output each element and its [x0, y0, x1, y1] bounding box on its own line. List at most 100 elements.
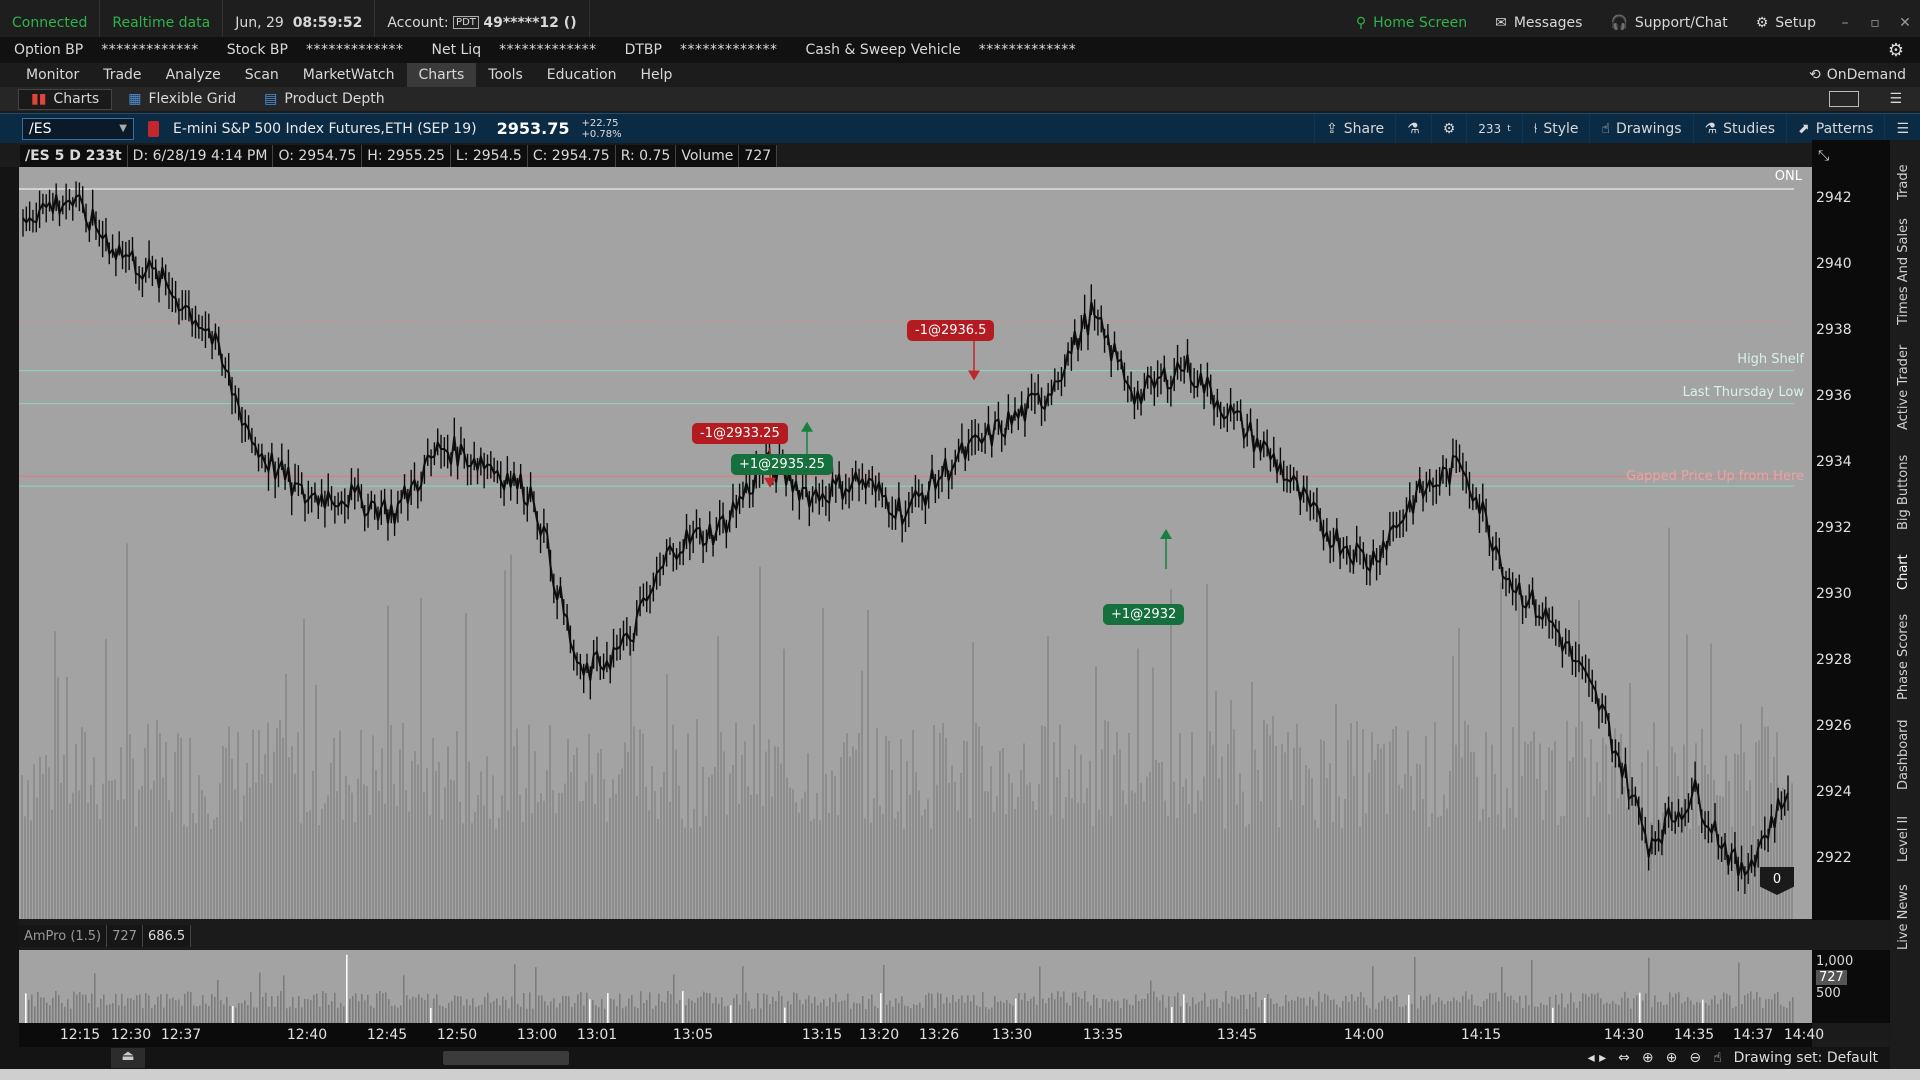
side-tab-trade[interactable]: Trade — [1896, 164, 1911, 200]
menu-analyze[interactable]: Analyze — [154, 63, 233, 87]
volume-pane-bar — [940, 993, 942, 1023]
volume-bar — [225, 747, 227, 919]
flask-button[interactable]: ⚗ — [1395, 114, 1431, 143]
fit-icon[interactable]: ⤡ — [1818, 148, 1840, 168]
volume-pane-bar — [1003, 1002, 1005, 1023]
order-bubble[interactable]: -1@2933.25 — [692, 422, 788, 444]
pan-arrows-icon[interactable]: ◂ ▸ — [1588, 1050, 1607, 1066]
price-tick: 2938 — [1816, 322, 1852, 338]
share-button[interactable]: ⇪ Share — [1314, 114, 1395, 143]
link-color-icon[interactable] — [148, 120, 159, 137]
volume-bar — [75, 743, 77, 919]
volume-pane-bar — [307, 999, 309, 1023]
volume-bar — [1677, 775, 1679, 919]
chevron-down-icon[interactable]: ▼ — [119, 123, 127, 134]
volume-bar — [96, 804, 98, 919]
bp-gear-icon[interactable]: ⚙ — [1888, 40, 1904, 61]
menu-trade[interactable]: Trade — [91, 63, 153, 87]
volume-pane-bar — [283, 975, 285, 1023]
hand-icon[interactable]: ☝ — [1713, 1050, 1722, 1066]
toolbar-menu-icon[interactable]: ☰ — [1884, 114, 1920, 143]
menu-scan[interactable]: Scan — [233, 63, 291, 87]
volume-pane-bar — [106, 1004, 108, 1023]
volume-pane-bar — [1087, 1001, 1089, 1023]
menu-help[interactable]: Help — [628, 63, 684, 87]
volume-pane-bar — [391, 1005, 393, 1023]
chart-settings-button[interactable]: ⚙ — [1430, 114, 1467, 143]
net-liq-label[interactable]: Net Liq — [431, 42, 481, 58]
horizontal-scrollbar[interactable] — [443, 1051, 569, 1065]
expand-icon[interactable]: ⇔ — [1618, 1050, 1630, 1066]
volume-bar — [1689, 828, 1691, 919]
zoom-in-icon[interactable]: ⊕ — [1666, 1050, 1678, 1066]
time-axis[interactable]: 12:15 12:30 12:37 12:40 12:45 12:50 13:00 13:01… — [19, 1023, 1824, 1047]
volume-bar — [1209, 731, 1211, 919]
volume-pane-bar — [1639, 992, 1641, 1023]
volume-bar — [1554, 741, 1556, 919]
minimize-icon[interactable]: – — [1830, 15, 1860, 31]
list-menu-icon[interactable]: ☰ — [1889, 91, 1902, 107]
volume-pane[interactable] — [19, 950, 1812, 1023]
volume-bar — [84, 731, 86, 919]
volume-pane-bar — [499, 1005, 501, 1023]
volume-pane-bar — [1141, 999, 1143, 1023]
volume-pane-bar — [256, 1007, 258, 1023]
side-tab-active-trader[interactable]: Active Trader — [1896, 345, 1911, 430]
side-tab-level-ii[interactable]: Level II — [1896, 816, 1911, 862]
layout-icon[interactable] — [1829, 91, 1860, 107]
price-chart[interactable]: ONL High Shelf Last Thursday Low Gapped … — [19, 167, 1812, 919]
left-collapse-strip[interactable] — [0, 167, 19, 1080]
volume-pane-bar — [961, 995, 963, 1023]
volume-pane-bar — [1735, 1006, 1737, 1023]
time-tick: 14:30 — [1603, 1027, 1645, 1043]
volume-pane-bar — [871, 994, 873, 1023]
menu-tools[interactable]: Tools — [476, 63, 535, 87]
tab-flexible-grid-label: Flexible Grid — [148, 91, 237, 107]
ondemand-button[interactable]: ⟲ OnDemand — [1809, 67, 1906, 83]
side-tab-phase-scores[interactable]: Phase Scores — [1896, 614, 1911, 700]
maximize-icon[interactable]: ▫ — [1860, 15, 1890, 31]
collapse-icon[interactable]: ⏏ — [111, 1048, 145, 1068]
aggregation-button[interactable]: 233 t — [1466, 114, 1521, 143]
side-tab-chart[interactable]: Chart — [1896, 554, 1911, 590]
volume-pane-bar — [979, 1007, 981, 1023]
volume-bar — [1728, 780, 1730, 919]
side-tab-dashboard[interactable]: Dashboard — [1896, 719, 1911, 790]
side-tab-live-news[interactable]: Live News — [1896, 884, 1911, 950]
drawing-set-label[interactable]: Drawing set: Default — [1734, 1050, 1878, 1066]
order-bubble[interactable]: +1@2932 — [1103, 604, 1185, 625]
tab-charts[interactable]: ▮▮ Charts — [18, 88, 113, 110]
tab-product-depth-label: Product Depth — [284, 91, 385, 107]
close-icon[interactable]: ✕ — [1890, 15, 1920, 31]
patterns-button[interactable]: ⬈ Patterns — [1786, 114, 1884, 143]
zoom-out-icon[interactable]: ⊖ — [1689, 1050, 1701, 1066]
volume-bar — [1476, 776, 1478, 919]
side-tab-big-buttons[interactable]: Big Buttons — [1896, 455, 1911, 530]
price-tick: 2928 — [1816, 652, 1852, 668]
volume-pane-bar — [469, 1005, 471, 1023]
price-axis[interactable]: ⤡ 2942 2940 2938 2936 2934 2932 2930 2928 2926 29… — [1812, 140, 1890, 920]
side-tab-times-sales[interactable]: Times And Sales — [1896, 218, 1911, 325]
menu-education[interactable]: Education — [535, 63, 629, 87]
volume-pane-bar — [607, 993, 609, 1023]
volume-study-name[interactable]: AmPro (1.5) — [19, 925, 108, 947]
menu-monitor[interactable]: Monitor — [14, 63, 91, 87]
volume-bar — [876, 727, 878, 919]
volume-pane-bar — [1438, 997, 1440, 1023]
order-bubble[interactable]: -1@2936.5 — [907, 319, 995, 341]
volume-bar — [36, 797, 38, 919]
drawings-button[interactable]: ☝ Drawings — [1589, 114, 1692, 143]
menu-marketwatch[interactable]: MarketWatch — [291, 63, 407, 87]
style-button[interactable]: ⫮ Style — [1521, 114, 1590, 143]
symbol-input[interactable]: /ES ▼ — [22, 117, 134, 140]
volume-bar — [687, 733, 689, 919]
studies-button[interactable]: ⚗ Studies — [1692, 114, 1787, 143]
option-bp-label[interactable]: Option BP — [14, 42, 83, 58]
tab-product-depth[interactable]: ▤ Product Depth — [252, 89, 396, 110]
time-tick: 13:15 — [801, 1027, 843, 1043]
volume-pane-bar — [1198, 1001, 1200, 1023]
menu-charts[interactable]: Charts — [406, 63, 477, 87]
order-bubble[interactable]: +1@2935.25 — [731, 453, 833, 475]
tab-flexible-grid[interactable]: ▦ Flexible Grid — [116, 89, 248, 110]
crosshair-icon[interactable]: ⊕ — [1642, 1050, 1654, 1066]
